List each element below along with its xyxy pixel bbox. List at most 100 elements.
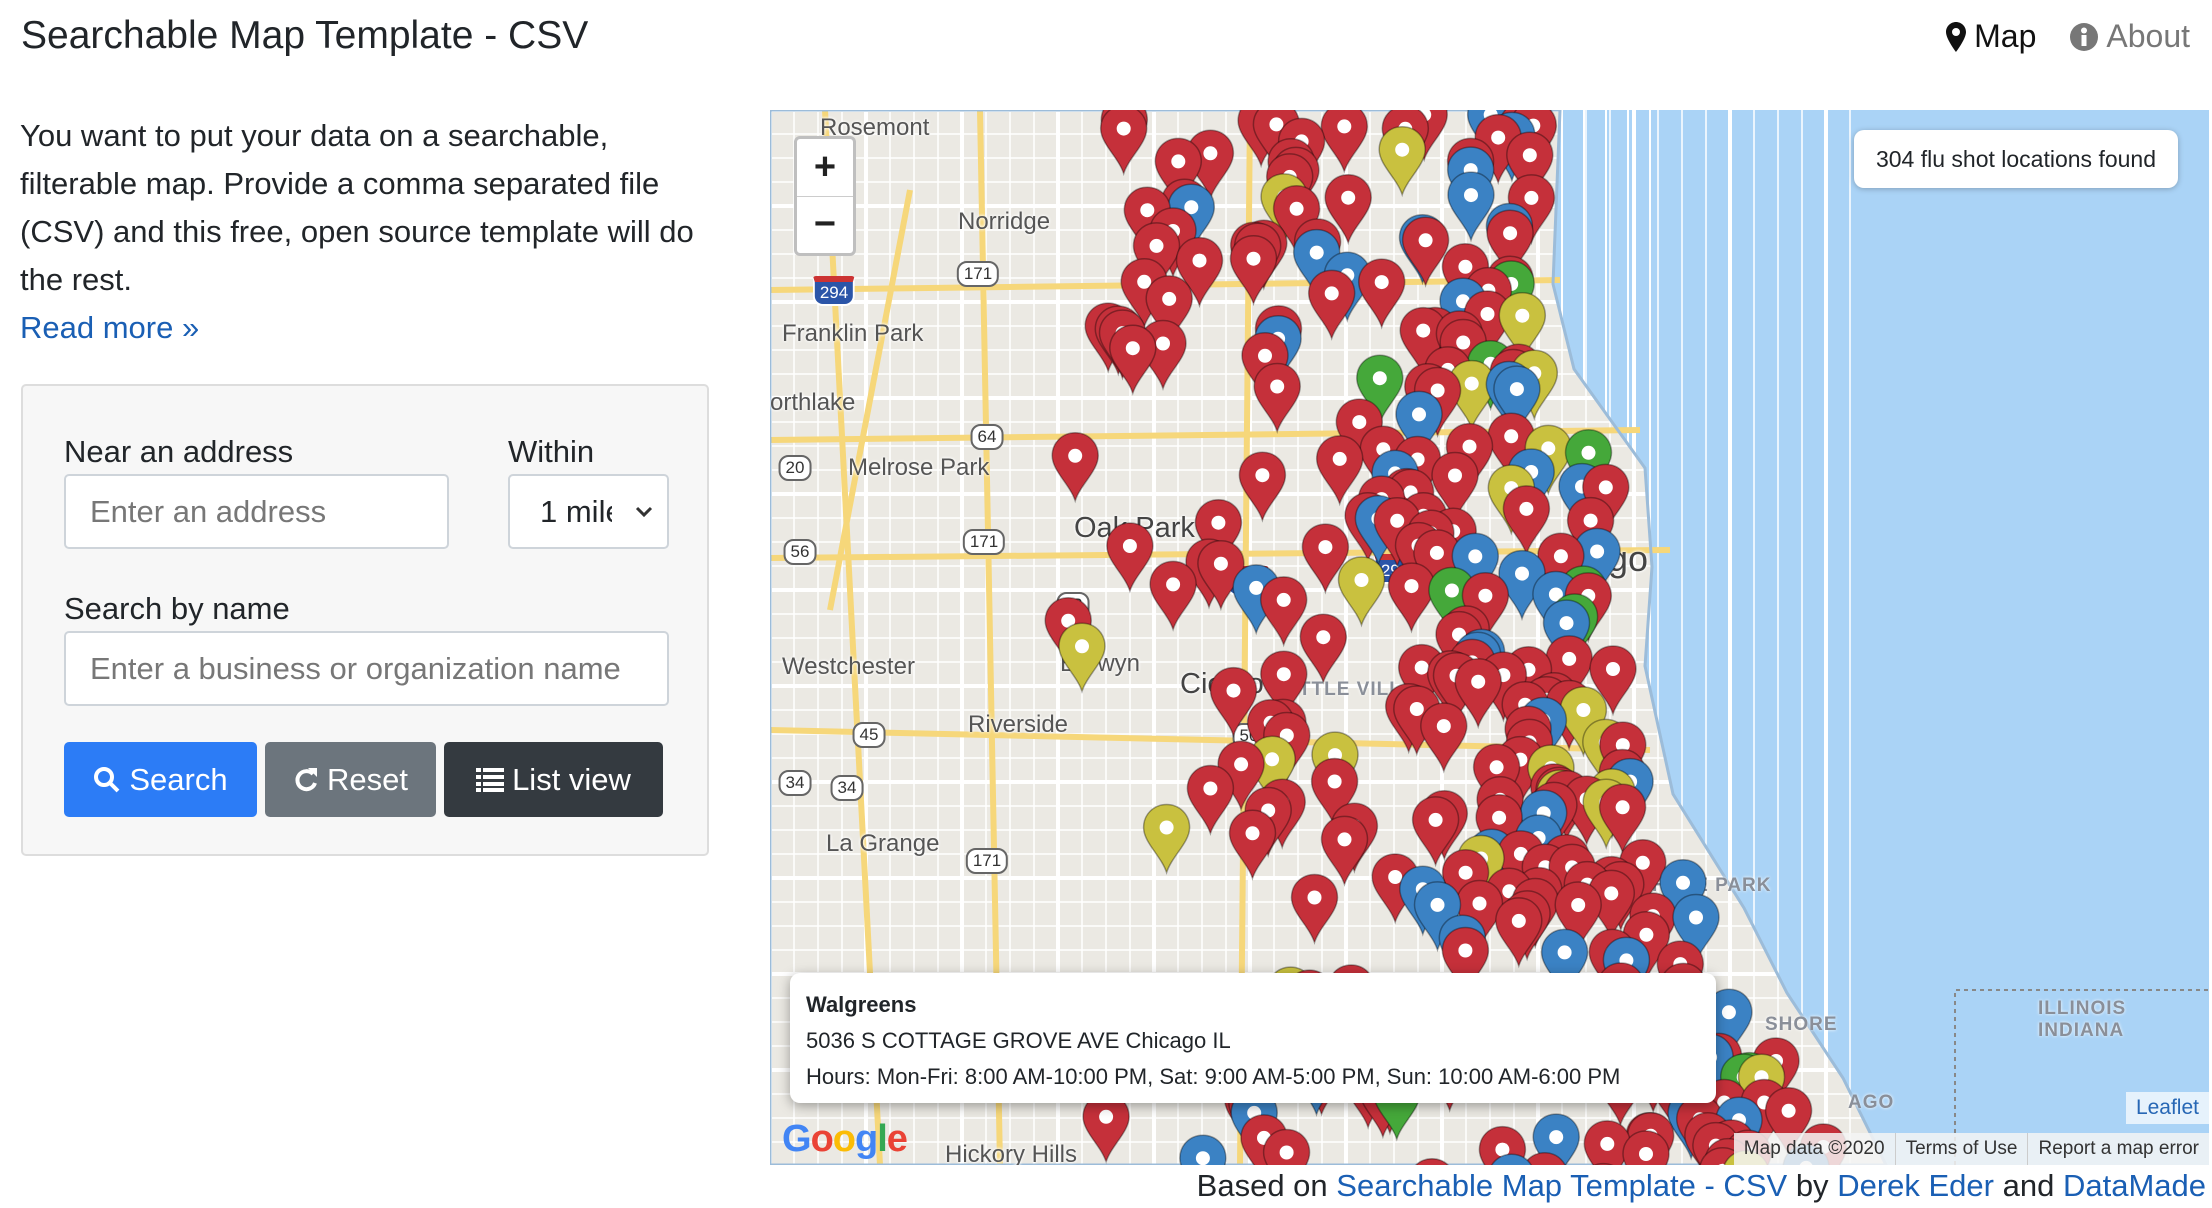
marker-dot xyxy=(1604,886,1619,901)
map[interactable]: Rosemont Norridge Franklin Park orthlake… xyxy=(770,110,2209,1165)
nav-map-link[interactable]: Map xyxy=(1946,18,2036,55)
marker-pin xyxy=(1378,125,1426,198)
marker-pin xyxy=(1082,1093,1130,1165)
marker-dot xyxy=(1409,702,1424,716)
map-marker xyxy=(1099,110,1148,177)
name-input[interactable]: Enter a business or organization name xyxy=(64,631,669,706)
map-marker xyxy=(1106,522,1154,594)
nav-about-link[interactable]: About xyxy=(2070,18,2190,55)
marker-dot xyxy=(1471,674,1486,689)
marker-pin xyxy=(1051,432,1099,504)
marker-dot xyxy=(1462,439,1477,454)
read-more-link[interactable]: Read more » xyxy=(20,304,710,352)
marker-dot xyxy=(1639,927,1654,942)
marker-dot xyxy=(1600,1136,1615,1151)
marker-dot xyxy=(1456,335,1471,350)
marker-dot xyxy=(1721,1005,1736,1020)
marker-dot xyxy=(1583,513,1598,528)
marker-dot xyxy=(1116,121,1131,136)
within-value: 1 mile xyxy=(540,493,612,529)
marker-dot xyxy=(1354,573,1369,587)
marker-dot xyxy=(1327,774,1342,789)
search-label: Search xyxy=(129,761,228,797)
marker-pin xyxy=(1109,324,1157,396)
marker-dot xyxy=(1689,910,1703,925)
marker-dot xyxy=(1412,407,1426,422)
map-marker xyxy=(1229,234,1278,307)
marker-dot xyxy=(1444,583,1459,598)
marker-dot xyxy=(1781,1103,1796,1118)
marker-dot xyxy=(1515,308,1530,323)
marker-pin xyxy=(1238,451,1287,523)
marker-dot xyxy=(1458,943,1473,958)
map-marker xyxy=(1401,216,1450,288)
marker-dot xyxy=(1337,832,1352,847)
zoom-control: + − xyxy=(794,136,856,256)
popup-name: Walgreens xyxy=(806,992,917,1017)
marker-dot xyxy=(1429,545,1444,560)
marker-dot xyxy=(1352,415,1367,430)
marker-dot xyxy=(1307,890,1322,905)
marker-pin xyxy=(1229,234,1278,307)
marker-dot xyxy=(1598,480,1613,495)
marker-dot xyxy=(1068,448,1083,463)
zoom-in-button[interactable]: + xyxy=(797,139,853,196)
marker-dot xyxy=(1324,286,1339,301)
map-marker xyxy=(1253,362,1301,435)
nav-map-label: Map xyxy=(1974,18,2037,54)
address-input[interactable]: Enter an address xyxy=(64,474,449,549)
reset-label: Reset xyxy=(327,761,408,797)
marker-dot xyxy=(1458,865,1473,880)
list-view-label: List view xyxy=(512,761,631,797)
marker-dot xyxy=(1125,341,1140,356)
marker-dot xyxy=(1255,468,1270,483)
map-data-text: Map data ©2020 xyxy=(1743,1138,1885,1159)
marker-dot xyxy=(1515,566,1529,581)
marker-dot xyxy=(1318,540,1333,555)
map-marker xyxy=(1420,702,1468,774)
marker-pin xyxy=(1320,815,1369,887)
marker-pin xyxy=(1420,702,1468,774)
marker-dot xyxy=(1509,382,1524,397)
within-select[interactable]: 1 mile xyxy=(508,474,669,549)
marker-pin xyxy=(1307,269,1356,341)
datamade-link[interactable]: DataMade xyxy=(2063,1168,2206,1203)
map-marker xyxy=(1058,622,1106,694)
marker-dot xyxy=(1075,639,1089,654)
map-marker xyxy=(1082,1093,1130,1165)
footer-text: and xyxy=(2002,1168,2055,1203)
report-error-link[interactable]: Report a map error xyxy=(2027,1133,2209,1165)
map-marker xyxy=(1109,324,1157,396)
list-view-button[interactable]: List view xyxy=(444,742,663,817)
reset-button[interactable]: Reset xyxy=(265,742,436,817)
marker-dot xyxy=(1404,579,1419,594)
marker-dot xyxy=(1416,323,1431,338)
template-link[interactable]: Searchable Map Template - CSV xyxy=(1336,1168,1787,1203)
map-marker xyxy=(1238,451,1287,523)
marker-dot xyxy=(1226,683,1241,698)
leaflet-link[interactable]: Leaflet xyxy=(2125,1092,2209,1124)
marker-pin xyxy=(1387,562,1436,634)
marker-dot xyxy=(1676,875,1690,890)
marker-dot xyxy=(1156,336,1170,351)
marker-dot xyxy=(1276,592,1291,607)
search-icon xyxy=(94,766,120,792)
terms-link[interactable]: Terms of Use xyxy=(1894,1133,2028,1165)
marker-pin xyxy=(1142,803,1191,876)
popup-hours: Hours: Mon-Fri: 8:00 AM-10:00 PM, Sat: 9… xyxy=(806,1064,1621,1089)
search-button[interactable]: Search xyxy=(64,742,257,817)
zoom-out-button[interactable]: − xyxy=(797,195,853,254)
marker-dot xyxy=(1576,703,1591,717)
author-link[interactable]: Derek Eder xyxy=(1837,1168,1994,1203)
marker-dot xyxy=(1522,148,1537,163)
marker-dot xyxy=(1289,201,1304,216)
map-marker xyxy=(1337,556,1386,628)
marker-dot xyxy=(1504,429,1519,444)
marker-dot xyxy=(1468,549,1483,564)
marker-dot xyxy=(1195,1151,1210,1165)
map-marker xyxy=(1186,764,1235,837)
top-nav: Map About xyxy=(1946,18,2190,55)
marker-dot xyxy=(1246,251,1261,266)
marker-pin xyxy=(1401,216,1450,288)
intro: You want to put your data on a searchabl… xyxy=(20,112,710,352)
